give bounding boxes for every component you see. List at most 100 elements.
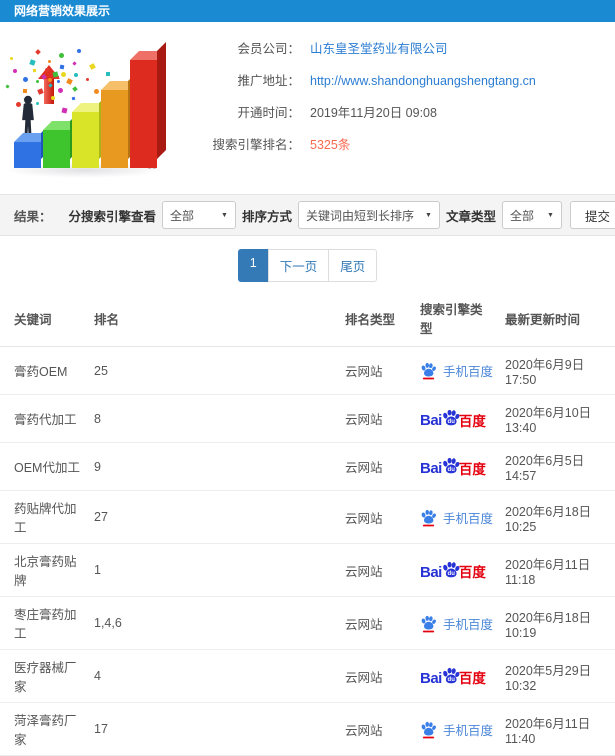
rank-type-cell: 云网站 xyxy=(339,702,414,756)
keyword-cell: 北京膏药贴牌 xyxy=(0,543,88,597)
svg-text:du: du xyxy=(447,419,455,425)
baidu-paw-icon: du xyxy=(442,409,460,426)
rank-type-cell: 云网站 xyxy=(339,490,414,544)
rank-link[interactable]: 25 xyxy=(88,346,339,395)
confetti-dot xyxy=(9,56,13,60)
keyword-cell: 枣庄膏药加工 xyxy=(0,596,88,650)
engine-cell: 手机百度 xyxy=(414,490,499,544)
table-row: 药贴牌代加工 27 云网站 手机百度 2020年6月18日 10:25 xyxy=(0,490,615,544)
col-keyword: 关键词 xyxy=(0,291,88,347)
engine-filter-value: 全部 xyxy=(169,208,194,223)
result-label: 结果： xyxy=(14,209,52,224)
promo-url-label: 推广地址： xyxy=(237,74,300,88)
confetti-dot xyxy=(13,68,18,73)
baidu-logo: Bai du 百度 xyxy=(420,560,493,581)
last-page-button[interactable]: 尾页 xyxy=(328,249,378,282)
baidu-paw-icon xyxy=(421,362,436,380)
confetti-dot xyxy=(61,72,67,78)
baidu-paw-icon: du xyxy=(442,561,460,577)
confetti-dot xyxy=(33,69,37,73)
mobile-baidu-label: 手机百度 xyxy=(443,617,494,632)
filter-controls: 分搜索引擎查看 全部 ▼ 排序方式 关键词由短到长排序 ▼ 文章类型 全部 ▼ … xyxy=(68,201,615,229)
sort-label: 排序方式 xyxy=(241,209,292,224)
rank-link[interactable]: 17 xyxy=(88,702,339,756)
chevron-down-icon: ▼ xyxy=(547,211,554,219)
member-company-link[interactable]: 山东皇圣堂药业有限公司 xyxy=(310,38,448,57)
updated-cell: 2020年6月11日 11:40 xyxy=(499,702,615,756)
baidu-paw-icon: du xyxy=(442,457,460,474)
confetti-dot xyxy=(23,77,29,83)
confetti-dot xyxy=(29,59,36,66)
confetti-dot xyxy=(86,78,90,82)
illustration-bar xyxy=(101,72,137,168)
keyword-cell: 膏药OEM xyxy=(0,346,88,395)
table-row: 医疗器械厂家 4 云网站 Bai du 百度 2020年5月29日 10:32 xyxy=(0,649,615,703)
confetti-dot xyxy=(77,49,82,54)
promo-url-row: 推广地址： http://www.shandonghuangshengtang.… xyxy=(196,70,615,89)
table-row: 菏泽膏药厂家 17 云网站 手机百度 2020年6月11日 11:40 xyxy=(0,702,615,756)
confetti-dot xyxy=(72,86,78,92)
table-row: 枣庄膏药加工 1,4,6 云网站 手机百度 2020年6月18日 10:19 xyxy=(0,596,615,650)
engine-filter-select[interactable]: 全部 ▼ xyxy=(161,201,236,229)
col-rank-type: 排名类型 xyxy=(339,291,414,347)
engine-cell: Bai du 百度 xyxy=(414,442,499,491)
page-1-button[interactable]: 1 xyxy=(237,249,269,282)
mobile-baidu-label: 手机百度 xyxy=(443,723,494,738)
chevron-down-icon: ▼ xyxy=(221,211,228,219)
confetti-dot xyxy=(48,59,52,63)
confetti-dot xyxy=(58,88,64,93)
updated-cell: 2020年6月5日 14:57 xyxy=(499,442,615,491)
updated-cell: 2020年6月9日 17:50 xyxy=(499,346,615,395)
baidu-paw-icon: du xyxy=(442,667,460,683)
updated-cell: 2020年6月10日 13:40 xyxy=(499,394,615,443)
updated-cell: 2020年6月11日 11:18 xyxy=(499,543,615,597)
baidu-logo-bai: Bai xyxy=(420,669,442,687)
rank-type-cell: 云网站 xyxy=(339,596,414,650)
rank-type-cell: 云网站 xyxy=(339,442,414,491)
open-time-row: 开通时间： 2019年11月20日 09:08 xyxy=(196,102,615,121)
article-type-select[interactable]: 全部 ▼ xyxy=(501,201,562,229)
table-row: 膏药代加工 8 云网站 Bai du 百度 2020年6月10日 13:40 xyxy=(0,394,615,443)
page-title: 网络营销效果展示 xyxy=(0,0,615,22)
table-row: 北京膏药贴牌 1 云网站 Bai du 百度 2020年6月11日 11:18 xyxy=(0,543,615,597)
confetti-dot xyxy=(105,72,110,77)
baidu-paw-icon xyxy=(421,615,436,632)
baidu-logo-cn: 百度 xyxy=(458,565,486,580)
rank-link[interactable]: 9 xyxy=(88,442,339,491)
keyword-cell: OEM代加工 xyxy=(0,442,88,491)
results-table-body: 膏药OEM 25 云网站 手机百度 2020年6月9日 17:50 膏药代加工 8 云网站… xyxy=(0,346,615,756)
table-row: OEM代加工 9 云网站 Bai du 百度 2020年6月5日 14:57 xyxy=(0,442,615,491)
confetti-dot xyxy=(5,84,10,89)
info-section: 会员公司： 山东皇圣堂药业有限公司 推广地址： http://www.shand… xyxy=(0,22,615,192)
engine-cell: Bai du 百度 xyxy=(414,649,499,703)
baidu-logo: Bai du 百度 xyxy=(420,408,493,429)
confetti-dot xyxy=(61,106,68,114)
confetti-dot xyxy=(36,101,40,105)
illustration-bar xyxy=(72,94,108,168)
baidu-logo-bai: Bai xyxy=(420,412,442,429)
filter-bar: 结果： 分搜索引擎查看 全部 ▼ 排序方式 关键词由短到长排序 ▼ 文章类型 全… xyxy=(0,194,615,236)
updated-cell: 2020年6月18日 10:19 xyxy=(499,596,615,650)
results-table: 关键词 排名 排名类型 搜索引擎类型 最新更新时间 膏药OEM 25 云网站 手机百… xyxy=(0,291,615,756)
member-company-label: 会员公司： xyxy=(237,42,300,56)
article-type-label: 文章类型 xyxy=(445,209,496,224)
rank-link[interactable]: 8 xyxy=(88,394,339,443)
rank-link[interactable]: 27 xyxy=(88,490,339,544)
rank-link[interactable]: 4 xyxy=(88,649,339,703)
promo-url-link[interactable]: http://www.shandonghuangshengtang.cn xyxy=(310,74,536,88)
rank-link[interactable]: 1 xyxy=(88,543,339,597)
baidu-logo: Bai du 百度 xyxy=(420,666,493,687)
confetti-dot xyxy=(51,71,59,78)
rank-type-cell: 云网站 xyxy=(339,543,414,597)
confetti-dot xyxy=(59,52,65,58)
next-page-button[interactable]: 下一页 xyxy=(267,249,330,282)
sort-select[interactable]: 关键词由短到长排序 ▼ xyxy=(297,201,440,229)
svg-text:du: du xyxy=(447,571,455,577)
open-time-label: 开通时间： xyxy=(237,106,300,120)
keyword-cell: 膏药代加工 xyxy=(0,394,88,443)
bar-chart-illustration xyxy=(0,26,196,192)
mobile-baidu-badge: 手机百度 xyxy=(420,614,493,633)
submit-button[interactable]: 提交 xyxy=(569,201,615,229)
baidu-logo-bai: Bai xyxy=(420,563,442,581)
rank-link[interactable]: 1,4,6 xyxy=(88,596,339,650)
